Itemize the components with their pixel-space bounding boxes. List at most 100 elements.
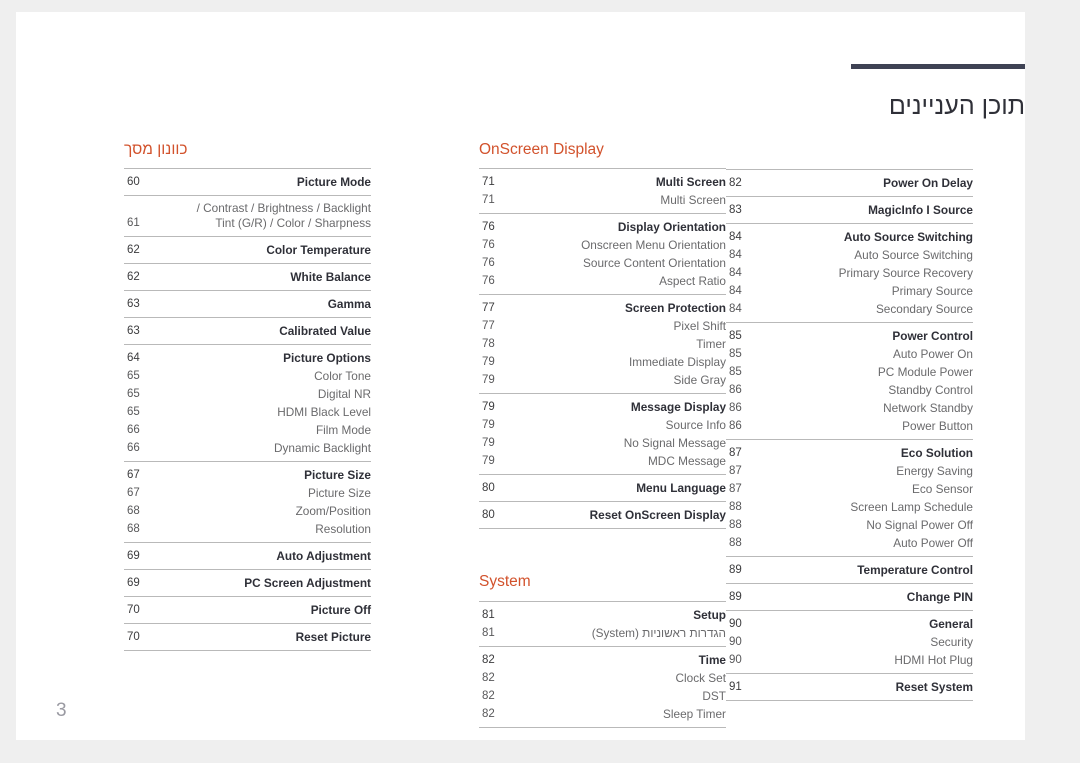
toc-entry-page: 61 <box>127 217 140 230</box>
toc-entry[interactable]: 70 Picture Off <box>124 601 371 619</box>
toc-entry[interactable]: 69 PC Screen Adjustment <box>124 574 371 592</box>
toc-entry[interactable]: 78 Timer <box>479 335 726 353</box>
toc-entry[interactable]: 86 Power Button <box>726 417 973 435</box>
toc-entry[interactable]: 70 Reset Picture <box>124 628 371 646</box>
toc-entry[interactable]: 65 Color Tone <box>124 367 371 385</box>
toc-entry[interactable]: 61 / Contrast / Brightness / Backlight Ti… <box>124 200 371 232</box>
toc-entry[interactable]: 82 Clock Set <box>479 669 726 687</box>
toc-entry[interactable]: 89 Temperature Control <box>726 561 973 579</box>
toc-entry-label: Zoom/Position <box>295 504 371 519</box>
toc-entry[interactable]: 84 Primary Source <box>726 282 973 300</box>
toc-entry[interactable]: 84 Secondary Source <box>726 300 973 318</box>
toc-entry[interactable]: 79 Side Gray <box>479 371 726 389</box>
toc-entry-label: Digital NR <box>317 387 371 402</box>
toc-entry-label: Film Mode <box>315 423 371 438</box>
toc-entry[interactable]: 82 Power On Delay <box>726 174 973 192</box>
toc-entry[interactable]: 85 Power Control <box>726 327 973 345</box>
toc-entry[interactable]: 76 Display Orientation <box>479 218 726 236</box>
toc-entry[interactable]: 67 Picture Size <box>124 484 371 502</box>
toc-entry[interactable]: 91 Reset System <box>726 678 973 696</box>
toc-entry[interactable]: 81 Setup <box>479 606 726 624</box>
toc-entry[interactable]: 76 Aspect Ratio <box>479 272 726 290</box>
toc-entry-label: Power Control <box>892 329 973 343</box>
toc-entry[interactable]: 76 Source Content Orientation <box>479 254 726 272</box>
toc-entry[interactable]: 79 Source Info <box>479 416 726 434</box>
toc-group: 90 General 90 Security 90 HDMI Hot Plug <box>726 610 973 673</box>
toc-entry-label: Color Temperature <box>266 243 371 258</box>
toc-entry[interactable]: 80 Menu Language <box>479 479 726 497</box>
toc-entry[interactable]: 68 Resolution <box>124 520 371 538</box>
toc-entry-label: Eco Sensor <box>912 482 973 496</box>
toc-entry-label: Aspect Ratio <box>659 274 726 289</box>
toc-entry[interactable]: 71 Multi Screen <box>479 191 726 209</box>
toc-entry[interactable]: 86 Standby Control <box>726 381 973 399</box>
toc-entry[interactable]: 71 Multi Screen <box>479 173 726 191</box>
toc-entry[interactable]: 82 Time <box>479 651 726 669</box>
toc-entry[interactable]: 69 Auto Adjustment <box>124 547 371 565</box>
toc-entry[interactable]: 87 Eco Sensor <box>726 480 973 498</box>
toc-entry[interactable]: 79 Message Display <box>479 398 726 416</box>
toc-entry-page: 69 <box>127 577 140 590</box>
toc-entry-page: 65 <box>127 370 140 383</box>
section-heading: כוונון מסך <box>124 141 188 158</box>
toc-group: 76 Display Orientation 76 Onscreen Menu Ori… <box>479 213 726 294</box>
toc-entry[interactable]: 81 הגדרות ראשוניות (System) <box>479 624 726 642</box>
toc-entry[interactable]: 62 White Balance <box>124 268 371 286</box>
toc-entry-page: 63 <box>127 325 140 338</box>
toc-entry[interactable]: 85 Auto Power On <box>726 345 973 363</box>
toc-entry[interactable]: 87 Eco Solution <box>726 444 973 462</box>
toc-entry[interactable]: 90 HDMI Hot Plug <box>726 651 973 669</box>
toc-entry[interactable]: 77 Pixel Shift <box>479 317 726 335</box>
toc-entry-page: 84 <box>729 249 742 261</box>
toc-group: 77 Screen Protection 77 Pixel Shift 78 Timer 7… <box>479 294 726 393</box>
toc-entry[interactable]: 83 MagicInfo I Source <box>726 201 973 219</box>
toc-entry-page: 82 <box>482 689 495 702</box>
toc-entry[interactable]: 84 Auto Source Switching <box>726 246 973 264</box>
toc-entry[interactable]: 85 PC Module Power <box>726 363 973 381</box>
toc-column-right: כוונון מסך 60 Picture Mode 61 / Contrast / B… <box>124 140 371 700</box>
toc-entry[interactable]: 88 Auto Power Off <box>726 534 973 552</box>
toc-entry[interactable]: 80 Reset OnScreen Display <box>479 506 726 524</box>
toc-entry-label: Primary Source Recovery <box>838 266 973 280</box>
toc-entry[interactable]: 86 Network Standby <box>726 399 973 417</box>
toc-entry[interactable]: 62 Color Temperature <box>124 241 371 259</box>
toc-entry[interactable]: 77 Screen Protection <box>479 299 726 317</box>
toc-entry-page: 89 <box>729 564 742 576</box>
toc-entry[interactable]: 79 Immediate Display <box>479 353 726 371</box>
toc-group: 87 Eco Solution 87 Energy Saving 87 Eco Senso… <box>726 439 973 556</box>
toc-column-middle: OnScreen Display 71 Multi Screen 71 Multi Sc… <box>479 140 726 728</box>
toc-group: 61 / Contrast / Brightness / Backlight Ti… <box>124 195 371 236</box>
toc-entry-label: Auto Source Switching <box>843 230 973 244</box>
toc-entry[interactable]: 89 Change PIN <box>726 588 973 606</box>
toc-entry[interactable]: 88 No Signal Power Off <box>726 516 973 534</box>
toc-entry[interactable]: 79 No Signal Message <box>479 434 726 452</box>
toc-entry[interactable]: 66 Dynamic Backlight <box>124 439 371 457</box>
toc-entry[interactable]: 90 Security <box>726 633 973 651</box>
toc-entry[interactable]: 66 Film Mode <box>124 421 371 439</box>
toc-entry-label: / Contrast / Brightness / Backlight Tint… <box>196 201 371 231</box>
toc-entry[interactable]: 90 General <box>726 615 973 633</box>
toc-entry[interactable]: 67 Picture Size <box>124 466 371 484</box>
toc-entry-label: Security <box>930 635 973 649</box>
toc-entry[interactable]: 68 Zoom/Position <box>124 502 371 520</box>
toc-entry[interactable]: 82 Sleep Timer <box>479 705 726 723</box>
toc-entry[interactable]: 87 Energy Saving <box>726 462 973 480</box>
toc-entry-page: 63 <box>127 298 140 311</box>
toc-entry[interactable]: 84 Primary Source Recovery <box>726 264 973 282</box>
toc-entry-page: 62 <box>127 244 140 257</box>
toc-entry-label: Picture Mode <box>296 175 371 190</box>
toc-entry[interactable]: 88 Screen Lamp Schedule <box>726 498 973 516</box>
toc-entry[interactable]: 79 MDC Message <box>479 452 726 470</box>
toc-entry-page: 83 <box>729 204 742 216</box>
toc-entry[interactable]: 82 DST <box>479 687 726 705</box>
toc-entry[interactable]: 65 HDMI Black Level <box>124 403 371 421</box>
toc-entry[interactable]: 60 Picture Mode <box>124 173 371 191</box>
toc-entry-page: 76 <box>482 221 495 234</box>
toc-entry[interactable]: 84 Auto Source Switching <box>726 228 973 246</box>
toc-entry[interactable]: 76 Onscreen Menu Orientation <box>479 236 726 254</box>
toc-entry[interactable]: 65 Digital NR <box>124 385 371 403</box>
toc-entry[interactable]: 63 Calibrated Value <box>124 322 371 340</box>
toc-entry-label: Immediate Display <box>628 355 726 370</box>
toc-entry[interactable]: 63 Gamma <box>124 295 371 313</box>
toc-entry[interactable]: 64 Picture Options <box>124 349 371 367</box>
